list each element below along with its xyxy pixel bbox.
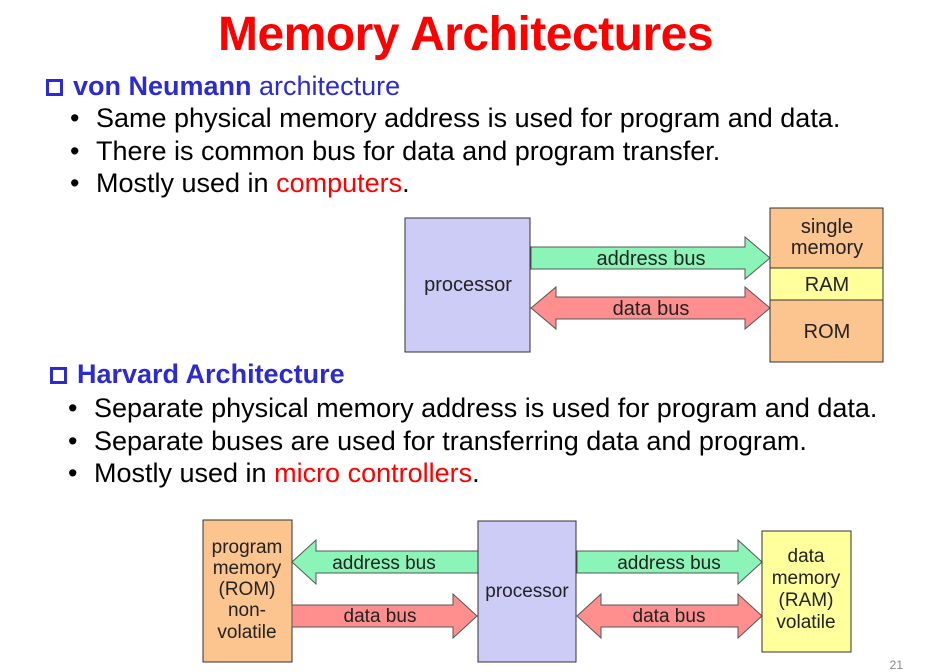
hv-right-data-bus-label: data bus [633, 606, 706, 627]
slide: Memory Architectures von Neumann archite… [0, 0, 931, 672]
hv-program-memory-line: volatile [217, 622, 276, 643]
page-number: 21 [889, 658, 903, 672]
hv-program-memory-line: non- [228, 600, 266, 621]
harvard-diagram: program memory (ROM) non- volatile addre… [202, 519, 852, 663]
hv-data-memory-line: (RAM) [779, 590, 834, 611]
hv-data-memory-line: volatile [776, 612, 835, 633]
hv-data-memory-line: data [788, 546, 825, 567]
hv-processor-label: processor [485, 581, 569, 602]
hv-left-address-bus-label: address bus [332, 553, 436, 574]
hv-data-memory-line: memory [772, 568, 841, 589]
hv-program-memory-line: (ROM) [219, 579, 276, 600]
hv-program-memory-line: memory [213, 558, 282, 579]
hv-left-data-bus-label: data bus [344, 606, 417, 627]
hv-program-memory-line: program [212, 537, 283, 558]
hv-right-address-bus-label: address bus [617, 553, 721, 574]
